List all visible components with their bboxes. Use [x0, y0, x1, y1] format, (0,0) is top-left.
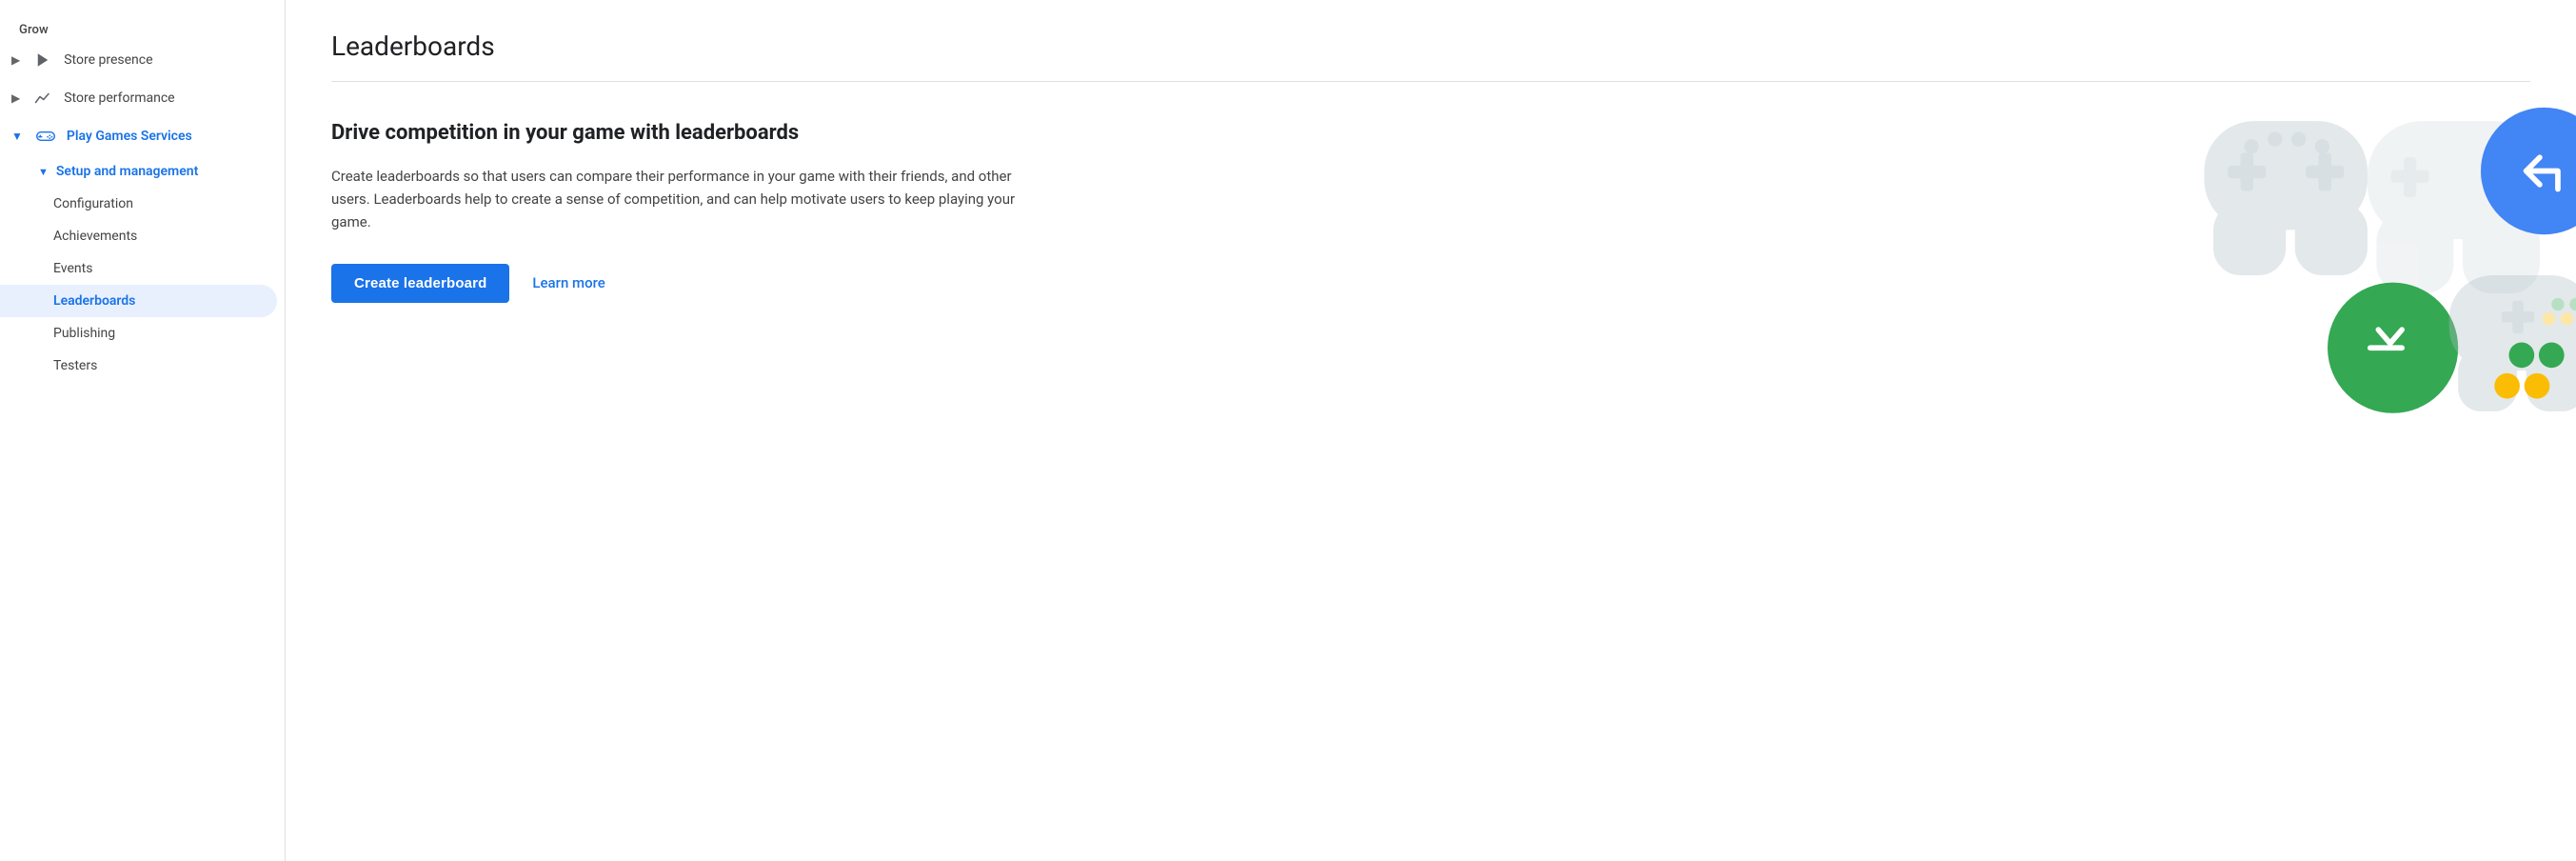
create-leaderboard-button[interactable]: Create leaderboard [331, 264, 509, 303]
sidebar-subitem-publishing[interactable]: Publishing [0, 317, 277, 350]
grow-section-label: Grow [0, 15, 285, 41]
publishing-label: Publishing [53, 326, 115, 341]
sidebar-item-store-presence-label: Store presence [64, 52, 152, 68]
sidebar-item-play-games-services[interactable]: ▼ Play Games Services [0, 117, 277, 155]
learn-more-link[interactable]: Learn more [532, 274, 604, 291]
achievements-label: Achievements [53, 229, 137, 244]
chevron-down-setup-icon: ▼ [38, 166, 49, 178]
testers-label: Testers [53, 358, 97, 373]
sidebar-item-store-performance[interactable]: ▶ Store performance [0, 79, 277, 117]
leaderboards-illustration [2195, 57, 2576, 457]
store-presence-icon [33, 50, 52, 70]
configuration-label: Configuration [53, 196, 133, 211]
setup-management-section[interactable]: ▼ Setup and management [0, 155, 285, 188]
sidebar-item-play-games-services-label: Play Games Services [67, 129, 192, 144]
chevron-right-icon: ▶ [11, 53, 20, 67]
illustration-svg [2195, 57, 2576, 457]
leaderboards-label: Leaderboards [53, 293, 135, 309]
sidebar-subitem-leaderboards[interactable]: Leaderboards [0, 285, 277, 317]
events-label: Events [53, 261, 92, 276]
sidebar-subitem-achievements[interactable]: Achievements [0, 220, 277, 252]
sidebar: Grow ▶ Store presence ▶ Store performanc… [0, 0, 286, 861]
store-performance-icon [33, 89, 52, 108]
sidebar-subitem-testers[interactable]: Testers [0, 350, 277, 382]
leaderboards-content-section: Drive competition in your game with lead… [331, 120, 1017, 303]
setup-management-label: Setup and management [56, 164, 198, 179]
sidebar-subitem-events[interactable]: Events [0, 252, 277, 285]
chevron-down-icon-pgs: ▼ [11, 130, 23, 143]
sidebar-item-store-performance-label: Store performance [64, 90, 174, 106]
sidebar-subitem-configuration[interactable]: Configuration [0, 188, 277, 220]
chevron-right-icon-perf: ▶ [11, 91, 20, 105]
action-buttons: Create leaderboard Learn more [331, 264, 1017, 303]
play-games-services-icon [36, 127, 55, 146]
content-description: Create leaderboards so that users can co… [331, 165, 1017, 233]
content-heading: Drive competition in your game with lead… [331, 120, 1017, 148]
main-content: Leaderboards Drive competition in your g… [286, 0, 2576, 861]
sidebar-item-store-presence[interactable]: ▶ Store presence [0, 41, 277, 79]
